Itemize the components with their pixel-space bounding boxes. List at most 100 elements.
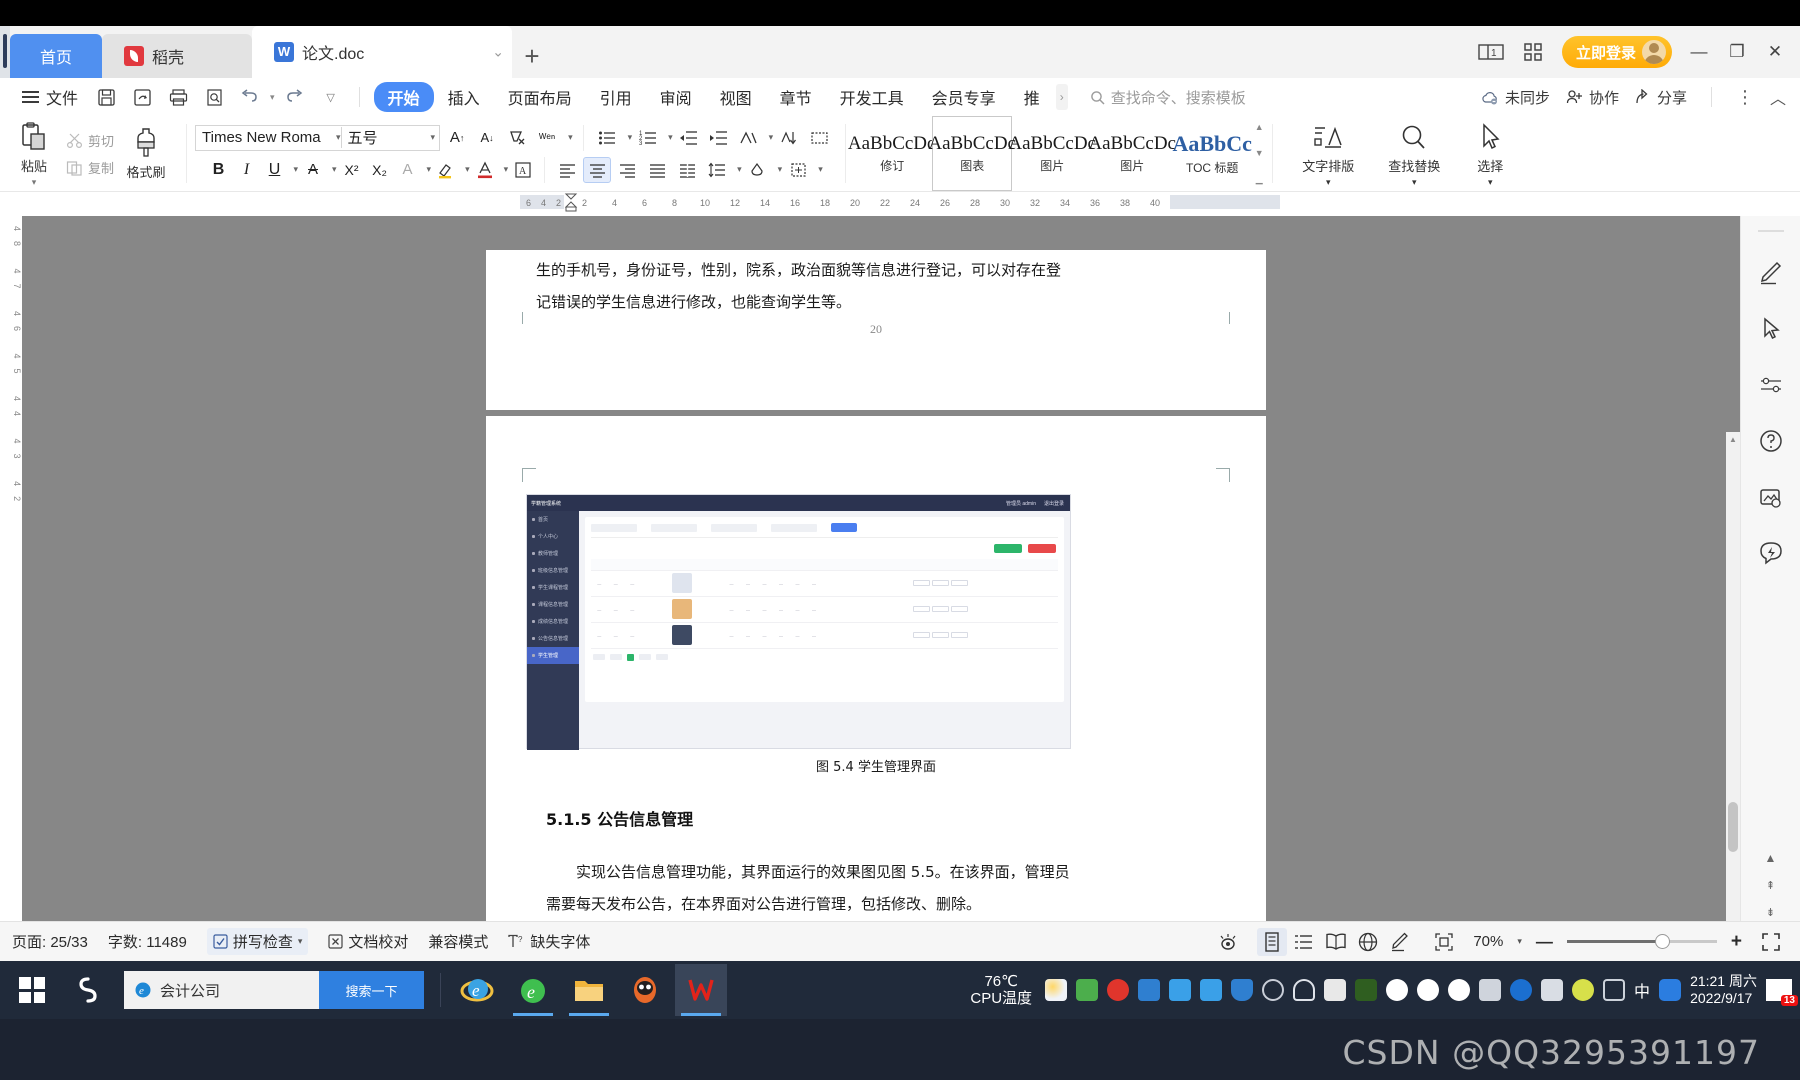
zoom-slider[interactable] (1566, 934, 1717, 949)
help-circle-icon[interactable] (1754, 424, 1788, 458)
text-effect-chevron-icon[interactable]: ▾ (427, 164, 432, 175)
increase-indent-icon[interactable] (705, 125, 733, 151)
copy-button[interactable]: 复制 (62, 156, 118, 179)
sync-status-button[interactable]: 未同步 (1481, 87, 1550, 108)
scrollbar-thumb[interactable] (1728, 802, 1738, 852)
page-down-icon[interactable]: ⇟ (1766, 906, 1775, 919)
nvidia-icon[interactable] (1355, 979, 1378, 1001)
notification-center-icon[interactable]: 13 (1766, 979, 1798, 1006)
decrease-indent-icon[interactable] (675, 125, 703, 151)
restore-button[interactable]: ❐ (1720, 33, 1754, 71)
tab-start[interactable]: 开始 (373, 82, 434, 112)
ribbon-tabs-more-icon[interactable]: › (1055, 84, 1068, 110)
tab-insert[interactable]: 插入 (434, 82, 494, 112)
taskbar-search[interactable]: e 会计公司 搜索一下 (124, 971, 424, 1009)
undo-icon[interactable] (234, 82, 266, 112)
shading-icon[interactable] (744, 157, 772, 183)
underline-button[interactable]: U (261, 157, 287, 183)
power-plug-icon[interactable] (1479, 979, 1502, 1001)
tim-icon[interactable] (619, 964, 671, 1016)
wps-writer-icon[interactable] (675, 964, 727, 1016)
qq-browser-icon[interactable] (1659, 979, 1682, 1001)
subscript-button[interactable]: X₂ (367, 157, 393, 183)
align-right-icon[interactable] (613, 157, 641, 183)
fullscreen-icon[interactable] (1756, 928, 1786, 956)
borders-icon[interactable] (784, 157, 812, 183)
battery-green-icon[interactable] (1076, 979, 1099, 1001)
qq-penguin-3-icon[interactable] (1448, 979, 1471, 1001)
save-as-icon[interactable] (126, 82, 158, 112)
page-view-icon[interactable] (1257, 927, 1288, 956)
pinyin-guide-icon[interactable]: ᵂᵉⁿ (534, 125, 560, 151)
apps-grid-icon[interactable] (1514, 33, 1552, 71)
style-revision[interactable]: AaBbCcDd 修订 (848, 116, 937, 191)
zoom-in-button[interactable]: + (1731, 931, 1742, 953)
weather-icon[interactable] (1045, 979, 1068, 1001)
customize-quick-access-icon[interactable]: ▽ (315, 82, 347, 112)
minimize-button[interactable]: — (1682, 33, 1716, 71)
styles-expand-icon[interactable]: ▁ (1256, 174, 1263, 185)
line-spacing-chevron-icon[interactable]: ▾ (737, 164, 742, 175)
shading-chevron-icon[interactable]: ▾ (778, 164, 783, 175)
font-size-chevron-icon[interactable]: ▾ (431, 132, 436, 143)
qq-penguin-2-icon[interactable] (1417, 979, 1440, 1001)
screenshot-icon[interactable] (1324, 979, 1347, 1001)
pinyin-chevron-icon[interactable]: ▾ (568, 132, 573, 143)
numbered-list-icon[interactable]: 123 (634, 125, 662, 151)
tab-close-icon[interactable]: ⌄ (492, 44, 504, 61)
horizontal-ruler[interactable]: 6 4 2 2 4 6 8 10 12 14 16 18 20 22 24 26… (0, 192, 1800, 216)
show-marks-icon[interactable] (805, 125, 833, 151)
zoom-slider-knob[interactable] (1654, 934, 1670, 949)
scroll-up-icon[interactable]: ▲ (1765, 851, 1777, 865)
zoom-out-button[interactable]: — (1536, 932, 1553, 952)
360-browser-icon[interactable]: e (507, 964, 559, 1016)
shield-blue-icon[interactable] (1231, 979, 1254, 1001)
save-icon[interactable] (90, 82, 122, 112)
strikethrough-icon[interactable]: A (300, 157, 326, 183)
split-view-icon[interactable]: 1 (1472, 33, 1510, 71)
ribbon-collapse-icon[interactable]: ︿ (1770, 85, 1786, 109)
pen-annotate-icon[interactable] (1754, 256, 1788, 290)
print-icon[interactable] (162, 82, 194, 112)
bullet-chevron-icon[interactable]: ▾ (628, 132, 633, 143)
page-up-icon[interactable]: ⇞ (1766, 879, 1775, 892)
font-family-select[interactable]: Times New Roma ▾ 五号 ▾ (195, 124, 441, 151)
select-button[interactable]: 选择 ▾ (1457, 120, 1523, 188)
zoom-value[interactable]: 70% (1473, 933, 1503, 950)
find-replace-button[interactable]: 查找替换 ▾ (1371, 120, 1457, 188)
settings-sliders-icon[interactable] (1754, 368, 1788, 402)
reading-view-icon[interactable] (1321, 928, 1351, 956)
style-chart[interactable]: AaBbCcDc 图表 (928, 116, 1016, 191)
new-tab-button[interactable]: + (512, 34, 552, 78)
ime-chinese-icon[interactable]: 中 (1634, 978, 1650, 1002)
login-button[interactable]: 立即登录 (1561, 36, 1672, 68)
bluetooth-icon[interactable] (1510, 979, 1533, 1001)
file-menu-button[interactable]: 文件 (14, 85, 86, 109)
command-search[interactable]: 查找命令、搜索模板 (1090, 87, 1246, 108)
bullet-list-icon[interactable] (594, 125, 622, 151)
text-effect-icon[interactable]: A (395, 157, 421, 183)
wifi-icon[interactable] (1262, 979, 1284, 1001)
italic-button[interactable]: I (233, 157, 259, 183)
format-painter-button[interactable]: 格式刷 (118, 126, 174, 181)
clear-format-icon[interactable] (504, 125, 530, 151)
document-canvas[interactable]: 48 47 46 45 44 43 42 生的手机号，身份证号，性别，院系，政治… (0, 216, 1800, 961)
taskbar-search-input[interactable]: e 会计公司 (124, 971, 319, 1009)
image-tool-icon[interactable] (1754, 480, 1788, 514)
font-color-icon[interactable] (472, 157, 498, 183)
proofread-button[interactable]: 文档校对 (328, 931, 408, 952)
fit-page-icon[interactable] (1429, 928, 1459, 956)
usb-blue-icon[interactable] (1138, 979, 1161, 1001)
collaborate-button[interactable]: 协作 (1566, 87, 1619, 108)
share-button[interactable]: 分享 (1635, 87, 1687, 108)
numbering-chevron-icon[interactable]: ▾ (668, 132, 673, 143)
tab-member-exclusive[interactable]: 会员专享 (918, 82, 1010, 112)
line-spacing-icon[interactable] (703, 157, 731, 183)
print-preview-icon[interactable] (198, 82, 230, 112)
menu-overflow-icon[interactable]: ⋮ (1736, 87, 1754, 108)
tab-references[interactable]: 引用 (586, 82, 646, 112)
superscript-button[interactable]: X² (339, 157, 365, 183)
tab-home[interactable]: 首页 (10, 34, 103, 78)
font-color-chevron-icon[interactable]: ▾ (504, 164, 509, 175)
styles-scroll-controls[interactable]: ▲ ▼ ▁ (1252, 116, 1266, 191)
